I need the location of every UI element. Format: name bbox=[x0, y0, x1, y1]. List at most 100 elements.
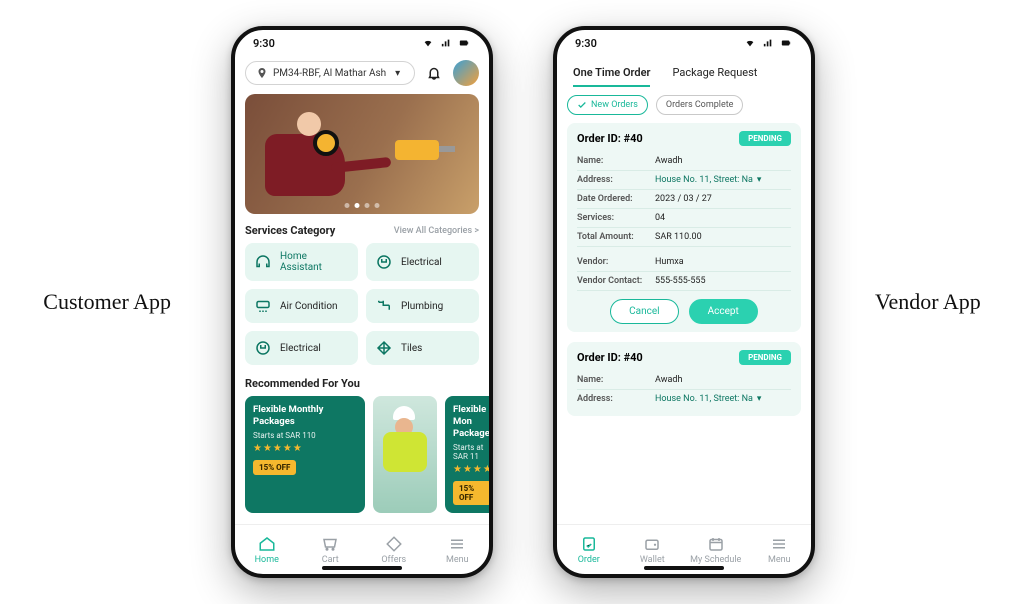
order-icon bbox=[580, 535, 598, 553]
field-value: SAR 110.00 bbox=[655, 232, 791, 242]
location-pin-icon bbox=[256, 67, 268, 79]
recommended-image bbox=[373, 396, 437, 513]
address-select[interactable]: House No. 11, Street: Na▾ bbox=[655, 175, 791, 185]
cancel-button[interactable]: Cancel bbox=[610, 299, 678, 324]
customer-app-label: Customer App bbox=[43, 289, 171, 315]
address-select[interactable]: House No. 11, Street: Na▾ bbox=[655, 394, 791, 404]
menu-icon bbox=[770, 535, 788, 553]
field-label: Vendor Contact: bbox=[577, 276, 655, 286]
signal-icon bbox=[761, 38, 775, 48]
rec-subtitle: Starts at SAR 110 bbox=[253, 431, 357, 440]
field-value: Awadh bbox=[655, 375, 791, 385]
location-selector[interactable]: PM34-RBF, Al Mathar Ash ▾ bbox=[245, 61, 415, 85]
field-value: 04 bbox=[655, 213, 791, 223]
discount-badge: 15% OFF bbox=[453, 481, 489, 505]
category-label: Air Condition bbox=[280, 301, 338, 312]
category-label: Home Assistant bbox=[280, 251, 349, 273]
nav-home[interactable]: Home bbox=[235, 525, 299, 574]
status-badge: PENDING bbox=[739, 350, 791, 365]
battery-icon bbox=[457, 38, 471, 48]
notification-button[interactable] bbox=[423, 62, 445, 84]
order-id: Order ID: #40 bbox=[577, 351, 643, 364]
tab-one-time-order[interactable]: One Time Order bbox=[573, 60, 650, 87]
category-plumbing[interactable]: Plumbing bbox=[366, 289, 479, 323]
home-icon bbox=[258, 535, 276, 553]
category-label: Electrical bbox=[280, 343, 321, 354]
status-time: 9:30 bbox=[253, 37, 275, 50]
category-home-assistant[interactable]: Home Assistant bbox=[245, 243, 358, 281]
category-electrical[interactable]: Electrical bbox=[366, 243, 479, 281]
nav-label: Menu bbox=[446, 555, 469, 565]
category-air-condition[interactable]: Air Condition bbox=[245, 289, 358, 323]
location-text: PM34-RBF, Al Mathar Ash bbox=[273, 68, 386, 79]
vendor-app-label: Vendor App bbox=[875, 289, 981, 315]
nav-label: Home bbox=[255, 555, 279, 565]
nav-menu[interactable]: Menu bbox=[426, 525, 490, 574]
recommended-card[interactable]: Flexible Monthly Packages Starts at SAR … bbox=[245, 396, 365, 513]
nav-label: Cart bbox=[322, 555, 339, 565]
rec-title: Flexible Mon Packages bbox=[453, 404, 489, 440]
battery-icon bbox=[779, 38, 793, 48]
category-electrical-2[interactable]: Electrical bbox=[245, 331, 358, 365]
status-icons bbox=[743, 38, 793, 48]
home-indicator bbox=[644, 566, 724, 570]
tiles-icon bbox=[375, 339, 393, 357]
status-time: 9:30 bbox=[575, 37, 597, 50]
status-icons bbox=[421, 38, 471, 48]
nav-menu[interactable]: Menu bbox=[748, 525, 812, 574]
tag-icon bbox=[385, 535, 403, 553]
services-heading: Services Category bbox=[245, 224, 335, 237]
filter-orders-complete[interactable]: Orders Complete bbox=[656, 95, 744, 115]
avatar[interactable] bbox=[453, 60, 479, 86]
customer-phone: 9:30 PM34-RBF, Al Mathar Ash ▾ bbox=[231, 26, 493, 578]
recommended-heading: Recommended For You bbox=[245, 377, 479, 390]
home-indicator bbox=[322, 566, 402, 570]
category-label: Tiles bbox=[401, 343, 422, 354]
drill-icon bbox=[395, 140, 439, 160]
wifi-icon bbox=[743, 38, 757, 48]
category-label: Electrical bbox=[401, 257, 442, 268]
discount-badge: 15% OFF bbox=[253, 460, 296, 475]
nav-label: Offers bbox=[381, 555, 406, 565]
nav-label: Order bbox=[578, 555, 600, 565]
signal-icon bbox=[439, 38, 453, 48]
field-value: Awadh bbox=[655, 156, 791, 166]
chip-label: New Orders bbox=[591, 100, 638, 110]
check-icon bbox=[577, 100, 587, 110]
wifi-icon bbox=[421, 38, 435, 48]
field-label: Services: bbox=[577, 213, 655, 223]
field-label: Name: bbox=[577, 375, 655, 385]
filter-new-orders[interactable]: New Orders bbox=[567, 95, 648, 115]
calendar-icon bbox=[707, 535, 725, 553]
nav-label: My Schedule bbox=[690, 555, 741, 565]
category-label: Plumbing bbox=[401, 301, 443, 312]
bell-icon bbox=[425, 64, 443, 82]
field-value: 2023 / 03 / 27 bbox=[655, 194, 791, 204]
accept-button[interactable]: Accept bbox=[689, 299, 758, 324]
rating-stars: ★★★★★ bbox=[253, 443, 357, 454]
menu-icon bbox=[448, 535, 466, 553]
chip-label: Orders Complete bbox=[666, 100, 734, 110]
field-value: 555-555-555 bbox=[655, 276, 791, 286]
headset-icon bbox=[254, 253, 272, 271]
carousel-dots[interactable] bbox=[345, 203, 380, 208]
plug-icon bbox=[254, 339, 272, 357]
plug-icon bbox=[375, 253, 393, 271]
cart-icon bbox=[321, 535, 339, 553]
field-label: Name: bbox=[577, 156, 655, 166]
view-all-link[interactable]: View All Categories > bbox=[394, 226, 479, 236]
hero-banner[interactable] bbox=[245, 94, 479, 214]
rating-stars: ★★★★★ bbox=[453, 464, 489, 475]
tab-package-request[interactable]: Package Request bbox=[672, 60, 757, 87]
order-id: Order ID: #40 bbox=[577, 132, 643, 145]
nav-order[interactable]: Order bbox=[557, 525, 621, 574]
field-label: Address: bbox=[577, 175, 655, 185]
category-tiles[interactable]: Tiles bbox=[366, 331, 479, 365]
nav-label: Wallet bbox=[640, 555, 665, 565]
order-card: Order ID: #40 PENDING Name:Awadh Address… bbox=[567, 123, 801, 332]
recommended-card-partial[interactable]: Flexible Mon Packages Starts at SAR 11 ★… bbox=[445, 396, 489, 513]
nav-label: Menu bbox=[768, 555, 791, 565]
vendor-phone: 9:30 One Time Order Package Request New … bbox=[553, 26, 815, 578]
chevron-down-icon: ▾ bbox=[757, 175, 762, 185]
wallet-icon bbox=[643, 535, 661, 553]
